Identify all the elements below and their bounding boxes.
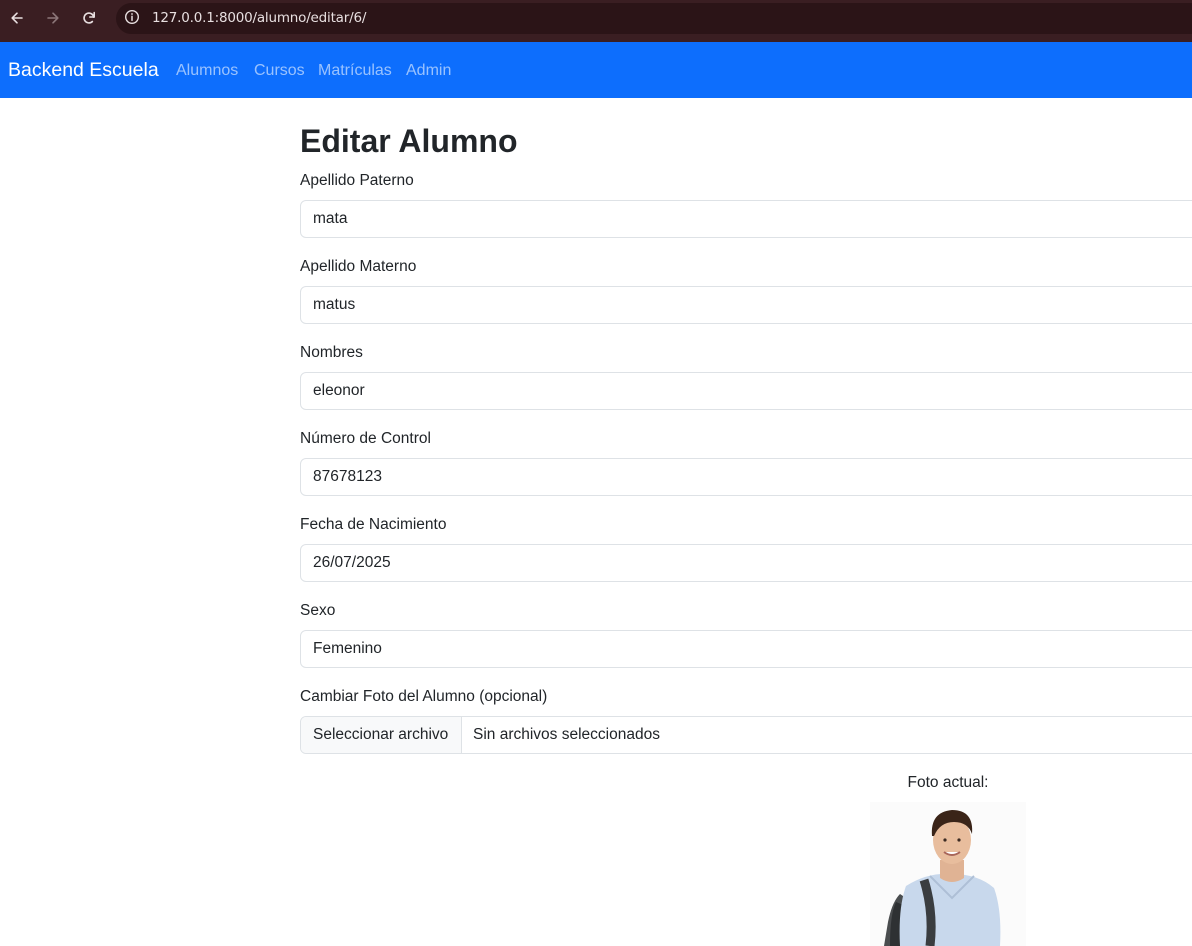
url-text[interactable]: 127.0.0.1:8000/alumno/editar/6/ [152, 10, 366, 26]
page-title: Editar Alumno [300, 123, 518, 159]
forward-icon[interactable] [42, 7, 64, 29]
current-photo-caption: Foto actual: [907, 774, 989, 791]
label-numero-control: Número de Control [300, 430, 431, 447]
numero-control-value: 87678123 [313, 468, 382, 485]
nav-link-alumnos[interactable]: Alumnos [176, 62, 238, 80]
nav-link-cursos[interactable]: Cursos [254, 62, 305, 80]
file-status-text: Sin archivos seleccionados [473, 726, 660, 743]
student-photo [870, 802, 1026, 946]
reload-icon[interactable] [78, 7, 100, 29]
nombres-input[interactable]: eleonor [300, 372, 1192, 410]
apellido-materno-input[interactable]: matus [300, 286, 1192, 324]
label-sexo: Sexo [300, 602, 336, 619]
apellido-paterno-value: mata [313, 210, 348, 227]
info-icon[interactable] [124, 9, 140, 25]
select-file-button[interactable]: Seleccionar archivo [301, 717, 462, 753]
fecha-nacimiento-input[interactable]: 26/07/2025 [300, 544, 1192, 582]
sexo-select[interactable]: Femenino [300, 630, 1192, 668]
nombres-value: eleonor [313, 382, 365, 399]
label-fecha-nacimiento: Fecha de Nacimiento [300, 516, 447, 533]
back-icon[interactable] [6, 7, 28, 29]
label-apellido-materno: Apellido Materno [300, 258, 417, 275]
label-nombres: Nombres [300, 344, 363, 361]
nav-link-matriculas[interactable]: Matrículas [318, 62, 392, 80]
select-file-button-label: Seleccionar archivo [313, 726, 449, 743]
sexo-value: Femenino [313, 640, 382, 657]
navbar-brand[interactable]: Backend Escuela [8, 59, 159, 82]
label-apellido-paterno: Apellido Paterno [300, 172, 414, 189]
app-navbar: Backend Escuela Alumnos Cursos Matrícula… [0, 42, 1192, 98]
nav-link-admin[interactable]: Admin [406, 62, 451, 80]
apellido-materno-value: matus [313, 296, 356, 313]
apellido-paterno-input[interactable]: mata [300, 200, 1192, 238]
label-cambiar-foto: Cambiar Foto del Alumno (opcional) [300, 688, 548, 705]
numero-control-input[interactable]: 87678123 [300, 458, 1192, 496]
browser-toolbar: 127.0.0.1:8000/alumno/editar/6/ [0, 0, 1192, 42]
foto-file-input[interactable]: Seleccionar archivo Sin archivos selecci… [300, 716, 1192, 754]
fecha-nacimiento-value: 26/07/2025 [313, 554, 391, 571]
